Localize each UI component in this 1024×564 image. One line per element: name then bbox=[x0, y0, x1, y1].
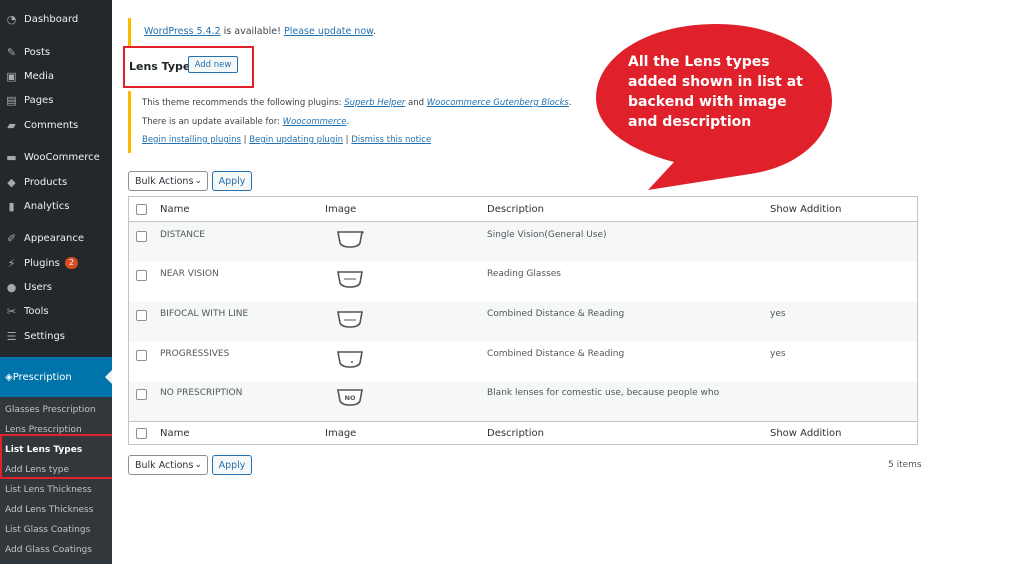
menu-item-dashboard[interactable]: ◔ Dashboard bbox=[0, 8, 112, 30]
column-header-image: Image bbox=[325, 204, 357, 215]
menu-item-tools[interactable]: ✂ Tools bbox=[0, 300, 112, 322]
menu-item-settings[interactable]: ☰ Settings bbox=[0, 325, 112, 347]
table-footer: Name Image Description Show Addition bbox=[129, 422, 917, 445]
glasses-icon bbox=[337, 231, 364, 248]
row-name[interactable]: BIFOCAL WITH LINE bbox=[160, 309, 248, 319]
glasses-icon bbox=[337, 271, 363, 288]
chevron-down-icon: ⌄ bbox=[194, 460, 202, 470]
highlight-box-title bbox=[123, 46, 254, 88]
dashboard-icon: ◔ bbox=[6, 12, 17, 26]
highlight-box-submenu bbox=[0, 434, 114, 479]
chevron-down-icon: ⌄ bbox=[194, 176, 202, 186]
wrench-icon: ✂ bbox=[6, 304, 17, 318]
row-description: Reading Glasses bbox=[487, 269, 561, 279]
menu-item-woocommerce[interactable]: ▬ WooCommerce bbox=[0, 146, 112, 168]
row-description: Single Vision(General Use) bbox=[487, 230, 607, 240]
submenu-list-lens-thickness[interactable]: List Lens Thickness bbox=[5, 485, 92, 495]
user-icon: ● bbox=[6, 280, 17, 294]
pin-icon: ✎ bbox=[6, 45, 17, 59]
apply-button-top[interactable]: Apply bbox=[212, 171, 252, 191]
column-header-show-addition: Show Addition bbox=[770, 204, 842, 215]
menu-item-prescription[interactable]: ◈ Prescription bbox=[0, 357, 112, 397]
woocommerce-icon: ▬ bbox=[6, 150, 17, 164]
menu-item-plugins[interactable]: ⚡ Plugins 2 bbox=[0, 252, 112, 274]
column-header-name[interactable]: Name bbox=[160, 204, 190, 215]
woocommerce-gutenberg-link[interactable]: Woocommerce Gutenberg Blocks bbox=[427, 98, 569, 108]
prescription-submenu: Glasses Prescription Lens Prescription L… bbox=[0, 397, 112, 564]
wordpress-version-link[interactable]: WordPress 5.4.2 bbox=[144, 26, 221, 37]
submenu-add-glass-coatings[interactable]: Add Glass Coatings bbox=[5, 545, 92, 555]
bar-chart-icon: ▮ bbox=[8, 199, 15, 213]
table-row[interactable]: NO PRESCRIPTION NO Blank lenses for come… bbox=[129, 382, 917, 421]
menu-item-comments[interactable]: ▰ Comments bbox=[0, 114, 112, 136]
glasses-icon bbox=[337, 351, 363, 368]
menu-item-products[interactable]: ◆ Products bbox=[0, 171, 112, 193]
row-checkbox[interactable] bbox=[136, 270, 147, 281]
comment-icon: ▰ bbox=[7, 118, 16, 132]
begin-installing-link[interactable]: Begin installing plugins bbox=[142, 135, 241, 145]
column-footer-name[interactable]: Name bbox=[160, 428, 190, 439]
submenu-list-glass-coatings[interactable]: List Glass Coatings bbox=[5, 525, 90, 535]
media-icon: ▣ bbox=[6, 69, 17, 83]
table-row[interactable]: PROGRESSIVES Combined Distance & Reading… bbox=[129, 342, 917, 382]
table-row[interactable]: BIFOCAL WITH LINE Combined Distance & Re… bbox=[129, 302, 917, 342]
column-header-description: Description bbox=[487, 204, 544, 215]
select-all-checkbox-footer[interactable] bbox=[136, 428, 147, 439]
bulk-actions-select-bottom[interactable]: Bulk Actions ⌄ bbox=[128, 455, 208, 475]
menu-item-appearance[interactable]: ✐ Appearance bbox=[0, 227, 112, 249]
row-show-addition: yes bbox=[770, 349, 786, 359]
update-now-link[interactable]: Please update now bbox=[284, 26, 373, 37]
column-footer-show-addition: Show Addition bbox=[770, 428, 842, 439]
woocommerce-update-link[interactable]: Woocommerce bbox=[283, 117, 347, 127]
dismiss-notice-link[interactable]: Dismiss this notice bbox=[351, 135, 431, 145]
select-all-checkbox[interactable] bbox=[136, 204, 147, 215]
table-row[interactable]: DISTANCE Single Vision(General Use) bbox=[129, 222, 917, 262]
column-footer-image: Image bbox=[325, 428, 357, 439]
menu-item-pages[interactable]: ▤ Pages bbox=[0, 89, 112, 111]
current-menu-arrow bbox=[105, 370, 112, 384]
plugin-recommend-notice: This theme recommends the following plug… bbox=[128, 91, 1024, 153]
row-description: Combined Distance & Reading bbox=[487, 349, 625, 359]
submenu-add-lens-thickness[interactable]: Add Lens Thickness bbox=[5, 505, 93, 515]
row-checkbox[interactable] bbox=[136, 310, 147, 321]
callout-text: All the Lens types added shown in list a… bbox=[628, 54, 803, 130]
row-checkbox[interactable] bbox=[136, 350, 147, 361]
column-footer-description: Description bbox=[487, 428, 544, 439]
row-show-addition: yes bbox=[770, 309, 786, 319]
row-checkbox[interactable] bbox=[136, 231, 147, 242]
lens-types-table: Name Image Description Show Addition DIS… bbox=[128, 196, 918, 445]
row-description: Blank lenses for comestic use, because p… bbox=[487, 388, 720, 398]
box-icon: ◆ bbox=[7, 175, 16, 189]
tag-icon: ◈ bbox=[5, 371, 13, 383]
glasses-icon bbox=[337, 311, 363, 328]
menu-item-analytics[interactable]: ▮ Analytics bbox=[0, 195, 112, 217]
row-description: Combined Distance & Reading bbox=[487, 309, 625, 319]
menu-item-posts[interactable]: ✎ Posts bbox=[0, 41, 112, 63]
core-update-notice: WordPress 5.4.2 is available! Please upd… bbox=[128, 18, 376, 46]
admin-sidebar: ◔ Dashboard ✎ Posts ▣ Media ▤ Pages ▰ Comment… bbox=[0, 0, 114, 564]
brush-icon: ✐ bbox=[6, 231, 17, 245]
row-name[interactable]: DISTANCE bbox=[160, 230, 205, 240]
pages-icon: ▤ bbox=[6, 93, 17, 107]
row-name[interactable]: NO PRESCRIPTION bbox=[160, 388, 242, 398]
menu-item-media[interactable]: ▣ Media bbox=[0, 65, 112, 87]
row-name[interactable]: NEAR VISION bbox=[160, 269, 219, 279]
plug-icon: ⚡ bbox=[7, 256, 16, 270]
menu-item-users[interactable]: ● Users bbox=[0, 276, 112, 298]
apply-button-bottom[interactable]: Apply bbox=[212, 455, 252, 475]
table-row[interactable]: NEAR VISION Reading Glasses bbox=[129, 262, 917, 302]
row-checkbox[interactable] bbox=[136, 389, 147, 400]
plugins-update-badge: 2 bbox=[64, 257, 78, 269]
main-content: WordPress 5.4.2 is available! Please upd… bbox=[112, 0, 1024, 564]
superb-helper-link[interactable]: Superb Helper bbox=[344, 98, 405, 108]
glasses-no-prescription-icon: NO bbox=[337, 389, 363, 406]
item-count: 5 items bbox=[888, 460, 922, 470]
sliders-icon: ☰ bbox=[6, 329, 17, 343]
svg-text:NO: NO bbox=[345, 394, 356, 402]
row-name[interactable]: PROGRESSIVES bbox=[160, 349, 229, 359]
submenu-glasses-prescription[interactable]: Glasses Prescription bbox=[5, 405, 96, 415]
table-header: Name Image Description Show Addition bbox=[129, 197, 917, 221]
bulk-actions-select-top[interactable]: Bulk Actions ⌄ bbox=[128, 171, 208, 191]
begin-updating-link[interactable]: Begin updating plugin bbox=[249, 135, 343, 145]
